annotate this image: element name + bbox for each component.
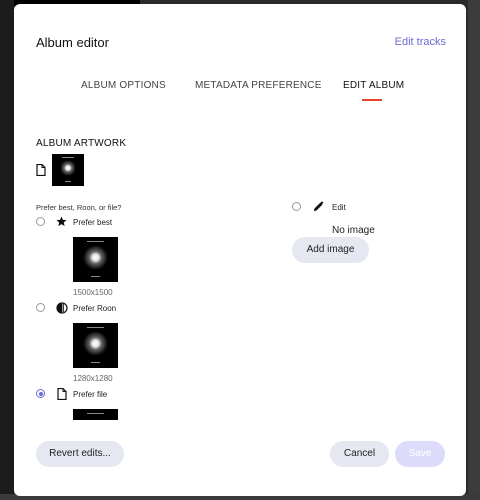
tab-metadata-preference[interactable]: METADATA PREFERENCE [195, 80, 322, 91]
artwork-preference-prompt: Prefer best, Roon, or file? [36, 203, 122, 212]
half-circle-icon [56, 302, 68, 314]
tab-bar: ALBUM OPTIONS METADATA PREFERENCE EDIT A… [14, 80, 466, 110]
prefer-roon-artwork[interactable] [73, 323, 118, 368]
prefer-best-artwork[interactable] [73, 237, 118, 282]
radio-prefer-roon[interactable] [36, 303, 45, 312]
edit-tracks-link[interactable]: Edit tracks [395, 36, 446, 48]
file-icon [57, 388, 67, 400]
cancel-button[interactable]: Cancel [330, 441, 389, 467]
pencil-icon [313, 201, 324, 212]
add-image-button[interactable]: Add image [292, 237, 369, 263]
prefer-best-dimensions: 1500x1500 [73, 288, 113, 297]
prefer-file-artwork[interactable] [73, 409, 118, 420]
prefer-file-label: Prefer file [73, 390, 108, 399]
prefer-roon-label: Prefer Roon [73, 304, 117, 313]
backdrop-left [0, 0, 14, 500]
prefer-best-label: Prefer best [73, 218, 113, 227]
star-icon [56, 216, 67, 227]
prefer-roon-dimensions: 1280x1280 [73, 374, 113, 383]
current-artwork-thumbnail[interactable] [52, 154, 84, 186]
save-button[interactable]: Save [395, 441, 445, 467]
revert-edits-button[interactable]: Revert edits... [36, 441, 124, 467]
tab-album-options[interactable]: ALBUM OPTIONS [81, 80, 166, 91]
album-artwork-heading: ALBUM ARTWORK [36, 138, 127, 149]
radio-edit[interactable] [292, 202, 301, 211]
no-image-text: No image [332, 225, 375, 236]
backdrop-right [468, 0, 480, 500]
file-icon [36, 164, 46, 176]
modal-title: Album editor [36, 35, 109, 50]
active-tab-indicator [362, 99, 382, 101]
radio-prefer-best[interactable] [36, 217, 45, 226]
album-editor-modal: Album editor Edit tracks ALBUM OPTIONS M… [14, 4, 466, 496]
tab-edit-album[interactable]: EDIT ALBUM [343, 80, 404, 91]
radio-prefer-file[interactable] [36, 389, 45, 398]
edit-label: Edit [332, 203, 346, 212]
